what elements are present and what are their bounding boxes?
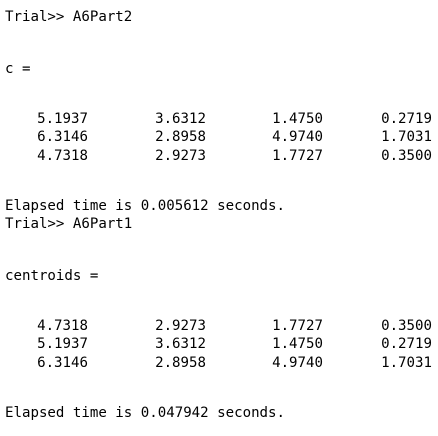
matrix-cell: 2.9273 (155, 318, 206, 334)
matrix-cell: 0.3500 (381, 318, 432, 334)
matrix-cell: 1.7031 (381, 355, 432, 371)
matrix-cell: 1.7727 (272, 318, 323, 334)
matrix-cell: 0.3500 (381, 148, 432, 164)
elapsed-time-output: Elapsed time is 0.047942 seconds. (5, 405, 286, 421)
matrix-cell: 6.3146 (37, 129, 88, 145)
variable-label: centroids = (5, 268, 99, 284)
elapsed-time-output: Elapsed time is 0.005612 seconds. (5, 198, 286, 214)
matrix-cell: 1.4750 (272, 111, 323, 127)
matrix-cell: 1.7727 (272, 148, 323, 164)
matrix-cell: 2.8958 (155, 129, 206, 145)
matrix-row: 6.3146 2.8958 4.9740 1.7031 (0, 128, 438, 146)
matrix-cell: 0.2719 (381, 111, 432, 127)
matrix-row: 4.7318 2.9273 1.7727 0.3500 (0, 147, 438, 165)
matrix-row: 5.1937 3.6312 1.4750 0.2719 (0, 110, 438, 128)
matrix-cell: 5.1937 (37, 111, 88, 127)
matrix-cell: 1.7031 (381, 129, 432, 145)
matrix-cell: 4.9740 (272, 355, 323, 371)
matrix-cell: 4.9740 (272, 129, 323, 145)
command-window[interactable]: Trial>> A6Part2 c = 5.1937 3.6312 1.4750… (0, 0, 438, 436)
matrix-cell: 1.4750 (272, 336, 323, 352)
matrix-cell: 2.8958 (155, 355, 206, 371)
variable-label: c = (5, 61, 31, 77)
matrix-cell: 6.3146 (37, 355, 88, 371)
command-prompt-line: Trial>> A6Part1 (5, 216, 133, 232)
matrix-row: 6.3146 2.8958 4.9740 1.7031 (0, 354, 438, 372)
matrix-row: 5.1937 3.6312 1.4750 0.2719 (0, 335, 438, 353)
matrix-cell: 4.7318 (37, 318, 88, 334)
matrix-row: 4.7318 2.9273 1.7727 0.3500 (0, 317, 438, 335)
matrix-cell: 4.7318 (37, 148, 88, 164)
matrix-cell: 3.6312 (155, 111, 206, 127)
matrix-cell: 0.2719 (381, 336, 432, 352)
matrix-cell: 5.1937 (37, 336, 88, 352)
command-prompt-line: Trial>> A6Part2 (5, 9, 133, 25)
matrix-cell: 2.9273 (155, 148, 206, 164)
matrix-cell: 3.6312 (155, 336, 206, 352)
